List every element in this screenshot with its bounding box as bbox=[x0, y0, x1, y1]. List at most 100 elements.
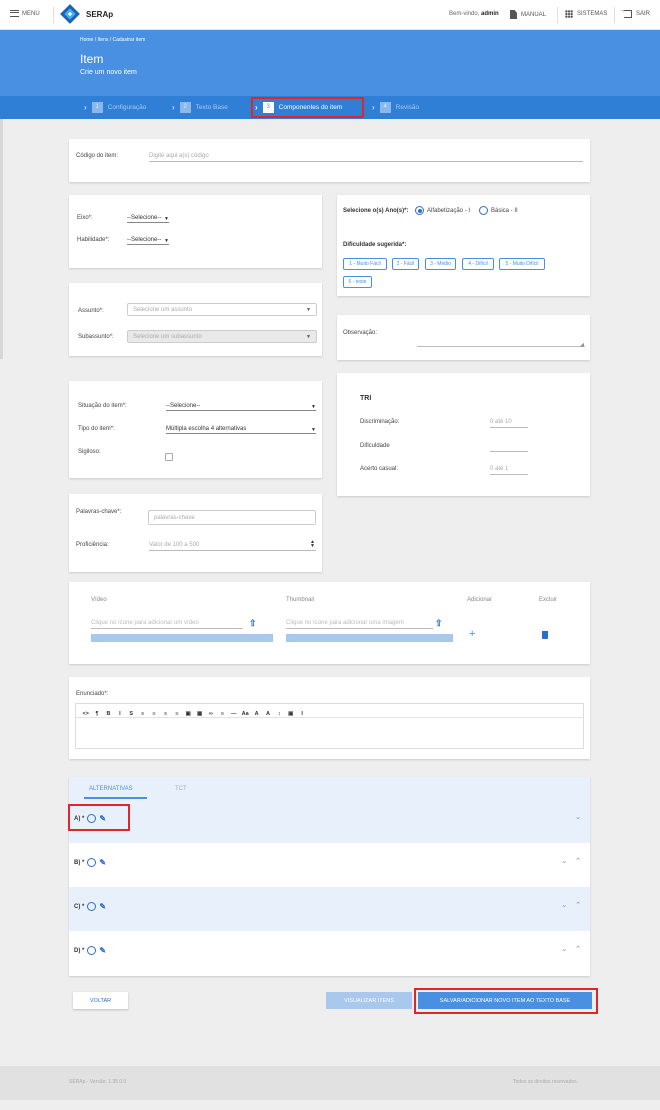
menu-button[interactable]: MENU bbox=[10, 10, 40, 17]
horizontal-rule-icon[interactable]: — bbox=[228, 711, 239, 717]
tipo-select[interactable]: Múltipla escolha 4 alternativas ▼ bbox=[166, 426, 316, 434]
indent-icon[interactable]: ≡ bbox=[171, 711, 182, 717]
manual-link[interactable]: MANUAL bbox=[510, 10, 546, 19]
fullscreen-icon[interactable]: ▣ bbox=[285, 711, 296, 717]
acerto-underline bbox=[490, 474, 528, 475]
proficiencia-label: Proficiência: bbox=[76, 542, 109, 548]
habilidade-select[interactable]: --Selecione-- ▼ bbox=[127, 237, 169, 245]
font-color-icon[interactable]: A bbox=[251, 711, 262, 717]
assunto-label: Assunto*: bbox=[78, 308, 104, 314]
unordered-list-icon[interactable]: ≡ bbox=[148, 711, 159, 717]
radio-unchecked-icon[interactable] bbox=[87, 902, 97, 911]
pencil-icon[interactable]: ✎ bbox=[99, 946, 106, 955]
palavras-card: Palavras-chave*: palavras-chave Proficiê… bbox=[69, 494, 322, 572]
reorder-chevron-icon[interactable]: ⌄ ⌃ bbox=[561, 945, 584, 953]
thumbnail-underline bbox=[286, 628, 433, 629]
eixo-select[interactable]: --Selecione-- ▼ bbox=[127, 215, 169, 223]
upload-icon[interactable]: ⇧ bbox=[249, 618, 257, 629]
ano-option-label: Básica - II bbox=[491, 207, 518, 214]
tri-dificuldade-input[interactable] bbox=[490, 451, 528, 452]
align-icon[interactable]: ≡ bbox=[217, 711, 228, 717]
step-revisao[interactable]: › 4 Revisão bbox=[372, 101, 419, 114]
ano-option-label: Alfabetização - I bbox=[427, 207, 471, 214]
alternative-row[interactable]: B) * ✎ ⌄ ⌃ bbox=[69, 843, 590, 887]
step-texto-base[interactable]: › 2 Texto Base bbox=[172, 101, 228, 114]
acerto-input[interactable]: 0 até 1 bbox=[490, 466, 508, 472]
radio-unchecked-icon[interactable] bbox=[87, 858, 97, 867]
palavras-input[interactable]: palavras-chave bbox=[148, 510, 316, 525]
strikethrough-icon[interactable]: S bbox=[126, 711, 137, 717]
video-input[interactable]: Clique no ícone para adicionar um vídeo bbox=[91, 620, 199, 626]
situacao-select[interactable]: --Selecione-- ▼ bbox=[166, 403, 316, 411]
background-color-icon[interactable]: A bbox=[262, 711, 273, 717]
highlight-box bbox=[68, 804, 130, 831]
assunto-select[interactable]: Selecione um assunto ▼ bbox=[127, 303, 317, 316]
tab-alternativas[interactable]: ALTERNATIVAS bbox=[89, 786, 133, 792]
situacao-value: --Selecione-- bbox=[166, 403, 201, 409]
stepper-icon[interactable]: ▲ ▼ bbox=[310, 540, 315, 549]
table-icon[interactable]: ▦ bbox=[194, 711, 205, 717]
dificuldade-chip[interactable]: 1 - Muito Fácil bbox=[343, 258, 387, 270]
codigo-input[interactable]: Digite aqui a(s) código bbox=[149, 153, 209, 159]
step-configuracao[interactable]: › 1 Configuração bbox=[84, 101, 146, 114]
sigiloso-label: Sigiloso: bbox=[78, 449, 101, 455]
radio-checked-icon[interactable] bbox=[415, 206, 424, 215]
breadcrumb[interactable]: Home / Itens / Cadastrar item bbox=[80, 37, 145, 43]
step-number: 4 bbox=[379, 102, 391, 113]
serap-logo-icon[interactable] bbox=[60, 4, 80, 24]
radio-unchecked-icon[interactable] bbox=[87, 946, 97, 955]
alternative-row[interactable]: A) * ✎ ⌄ bbox=[69, 799, 590, 843]
media-card: Vídeo Thumbnail Adicionar Excluir Clique… bbox=[69, 582, 590, 664]
palavras-label: Palavras-chave*: bbox=[76, 509, 122, 515]
collapse-chevron-icon[interactable]: ⌄ bbox=[575, 813, 584, 821]
alternative-letter: B) * bbox=[74, 859, 85, 866]
proficiencia-input[interactable]: Valor de 100 a 500 bbox=[149, 542, 199, 548]
ordered-list-icon[interactable]: ≡ bbox=[137, 711, 148, 717]
pencil-icon[interactable]: ✎ bbox=[99, 858, 106, 867]
divider bbox=[614, 7, 615, 23]
bold-icon[interactable]: B bbox=[103, 711, 114, 717]
dificuldade-chip[interactable]: 3 - Médio bbox=[425, 258, 456, 270]
observacao-textarea[interactable] bbox=[417, 346, 585, 347]
tri-title: TRI bbox=[360, 395, 372, 402]
add-icon[interactable]: + bbox=[469, 628, 475, 640]
grid-icon bbox=[565, 10, 573, 18]
voltar-button[interactable]: VOLTAR bbox=[73, 992, 128, 1009]
resize-handle-icon[interactable]: ◢ bbox=[580, 342, 584, 348]
visualizar-button[interactable]: VISUALIZAR ITENS bbox=[326, 992, 412, 1009]
line-height-icon[interactable]: ↕ bbox=[274, 711, 285, 717]
dificuldade-chip[interactable]: 4 - Difícil bbox=[462, 258, 494, 270]
reorder-chevron-icon[interactable]: ⌄ ⌃ bbox=[561, 901, 584, 909]
systems-link[interactable]: SISTEMAS bbox=[565, 10, 607, 18]
enunciado-editor[interactable] bbox=[75, 703, 584, 749]
exit-link[interactable]: SAIR bbox=[619, 7, 650, 18]
alternative-row[interactable]: C) * ✎ ⌄ ⌃ bbox=[69, 887, 590, 931]
subassunto-select[interactable]: Selecione um subassunto ▼ bbox=[127, 330, 317, 343]
ano-option-alfabetizacao[interactable]: Alfabetização - I bbox=[415, 206, 470, 215]
upload-icon[interactable]: ⇧ bbox=[435, 618, 443, 629]
discriminacao-underline bbox=[490, 427, 528, 428]
dificuldade-chip[interactable]: 2 - Fácil bbox=[392, 258, 419, 270]
clear-format-icon[interactable]: I bbox=[296, 711, 307, 717]
dificuldade-chip[interactable]: 5 - Muito Difícil bbox=[499, 258, 545, 270]
thumbnail-input[interactable]: Clique no ícone para adicionar uma image… bbox=[286, 620, 404, 626]
caret-down-icon: ▼ bbox=[306, 333, 311, 340]
image-icon[interactable]: ▣ bbox=[183, 711, 194, 717]
font-size-icon[interactable]: Aa bbox=[239, 711, 250, 717]
dificuldade-chip[interactable]: 6 - teste bbox=[343, 276, 372, 288]
alternative-row[interactable]: D) * ✎ ⌄ ⌃ bbox=[69, 931, 590, 975]
tab-tct[interactable]: TCT bbox=[175, 786, 187, 792]
sigiloso-checkbox[interactable] bbox=[165, 453, 173, 461]
code-view-icon[interactable]: <> bbox=[80, 711, 91, 717]
italic-icon[interactable]: I bbox=[114, 711, 125, 717]
ano-option-basica[interactable]: Básica - II bbox=[479, 206, 518, 215]
reorder-chevron-icon[interactable]: ⌄ ⌃ bbox=[561, 857, 584, 865]
paragraph-icon[interactable]: ¶ bbox=[91, 711, 102, 717]
eixo-card: Eixo*: --Selecione-- ▼ Habilidade*: --Sel… bbox=[69, 195, 322, 268]
pencil-icon[interactable]: ✎ bbox=[99, 902, 106, 911]
outdent-icon[interactable]: ≡ bbox=[160, 711, 171, 717]
link-icon[interactable]: ∞ bbox=[205, 711, 216, 717]
trash-icon[interactable] bbox=[542, 631, 548, 639]
discriminacao-input[interactable]: 0 até 10 bbox=[490, 419, 512, 425]
radio-unchecked-icon[interactable] bbox=[479, 206, 488, 215]
